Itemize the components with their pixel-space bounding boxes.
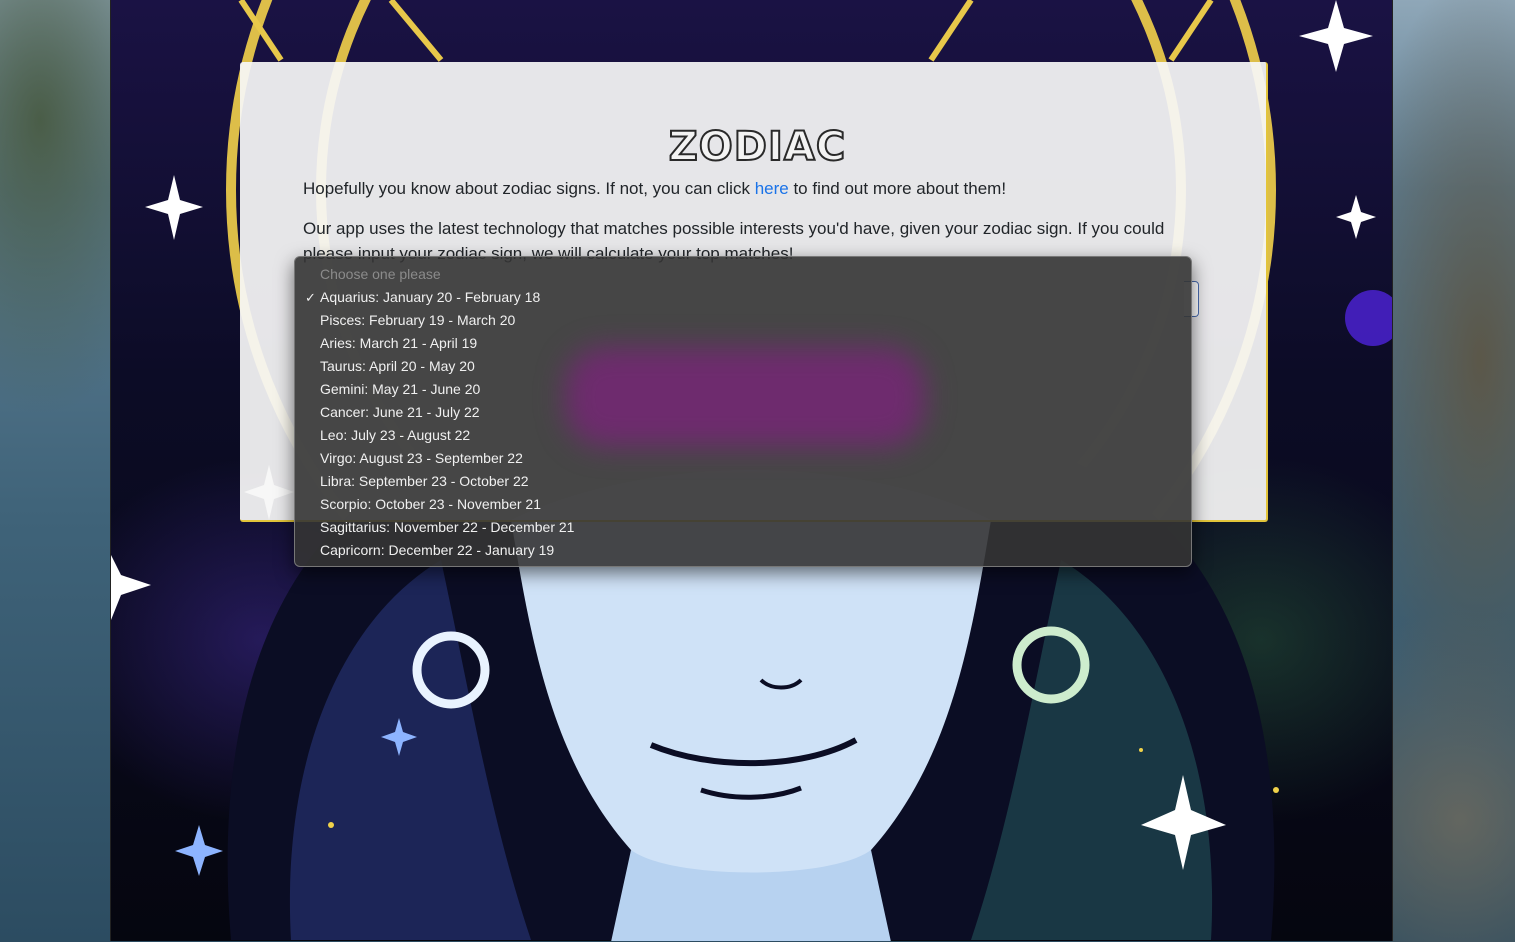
learn-more-link[interactable]: here (755, 179, 789, 198)
option-gemini[interactable]: Gemini: May 21 - June 20 (295, 378, 1191, 401)
option-label: Leo: July 23 - August 22 (320, 427, 471, 443)
option-label: Sagittarius: November 22 - December 21 (320, 519, 575, 535)
option-taurus[interactable]: Taurus: April 20 - May 20 (295, 355, 1191, 378)
option-aquarius[interactable]: ✓ Aquarius: January 20 - February 18 (295, 286, 1191, 309)
option-libra[interactable]: Libra: September 23 - October 22 (295, 470, 1191, 493)
option-pisces[interactable]: Pisces: February 19 - March 20 (295, 309, 1191, 332)
intro-text-before: Hopefully you know about zodiac signs. I… (303, 179, 755, 198)
zodiac-dropdown-menu[interactable]: Choose one please ✓ Aquarius: January 20… (294, 256, 1192, 567)
option-virgo[interactable]: Virgo: August 23 - September 22 (295, 447, 1191, 470)
option-leo[interactable]: Leo: July 23 - August 22 (295, 424, 1191, 447)
option-capricorn[interactable]: Capricorn: December 22 - January 19 (295, 539, 1191, 562)
option-label: Choose one please (320, 266, 441, 282)
option-aries[interactable]: Aries: March 21 - April 19 (295, 332, 1191, 355)
option-scorpio[interactable]: Scorpio: October 23 - November 21 (295, 493, 1191, 516)
intro-text-after: to find out more about them! (788, 179, 1007, 198)
option-label: Gemini: May 21 - June 20 (320, 381, 481, 397)
option-label: Scorpio: October 23 - November 21 (320, 496, 541, 512)
option-label: Aries: March 21 - April 19 (320, 335, 478, 351)
checkmark-icon: ✓ (305, 290, 316, 305)
option-label: Taurus: April 20 - May 20 (320, 358, 475, 374)
option-label: Aquarius: January 20 - February 18 (320, 289, 541, 305)
intro-text: Hopefully you know about zodiac signs. I… (303, 176, 1183, 201)
option-placeholder: Choose one please (295, 263, 1191, 286)
option-label: Libra: September 23 - October 22 (320, 473, 529, 489)
page-title: ZODIAC (668, 123, 847, 171)
option-cancer[interactable]: Cancer: June 21 - July 22 (295, 401, 1191, 424)
option-label: Virgo: August 23 - September 22 (320, 450, 523, 466)
option-label: Pisces: February 19 - March 20 (320, 312, 516, 328)
option-label: Cancer: June 21 - July 22 (320, 404, 480, 420)
option-sagittarius[interactable]: Sagittarius: November 22 - December 21 (295, 516, 1191, 539)
option-label: Capricorn: December 22 - January 19 (320, 542, 555, 558)
